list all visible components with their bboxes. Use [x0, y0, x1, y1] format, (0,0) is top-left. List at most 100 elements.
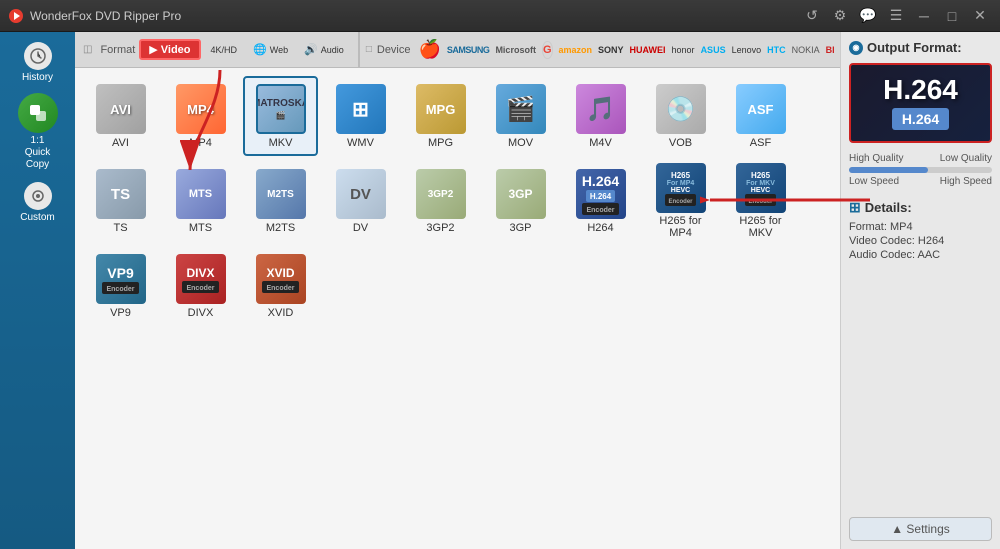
- format-item-wmv[interactable]: ⊞ WMV: [323, 76, 398, 156]
- format-item-avi[interactable]: AVI AVI: [83, 76, 158, 156]
- format-item-vp9[interactable]: VP9 Encoder VP9: [83, 246, 158, 326]
- details-section: ⊞ Details: Format: MP4 Video Codec: H264…: [849, 199, 992, 263]
- format-item-mkv[interactable]: MATROSKA 🎬 MKV: [243, 76, 318, 156]
- nokia-logo[interactable]: NOKIA: [792, 45, 820, 55]
- mov-icon-wrapper: 🎬: [495, 83, 547, 135]
- format-item-vob[interactable]: 💿 VOB: [643, 76, 718, 156]
- format-item-mpg[interactable]: MPG MPG: [403, 76, 478, 156]
- samsung-logo[interactable]: SAMSUNG: [447, 45, 490, 55]
- avi-icon: AVI: [96, 84, 146, 134]
- wmv-icon: ⊞: [336, 84, 386, 134]
- blu-logo[interactable]: BLU: [826, 45, 834, 55]
- menu-btn[interactable]: ☰: [884, 6, 908, 26]
- quality-slider-track[interactable]: [849, 167, 992, 173]
- m2ts-label: M2TS: [266, 222, 295, 234]
- ts-icon: TS: [96, 169, 146, 219]
- format-item-xvid[interactable]: XVID Encoder XVID: [243, 246, 318, 326]
- format-item-mp4[interactable]: MP4 MP4: [163, 76, 238, 156]
- m4v-label: M4V: [589, 137, 612, 149]
- details-header: ⊞ Details:: [849, 199, 992, 216]
- format-item-mts[interactable]: MTS MTS: [163, 161, 238, 241]
- 3gp2-icon: 3GP2: [416, 169, 466, 219]
- apple-logo[interactable]: 🍎: [419, 39, 441, 60]
- format-item-ts[interactable]: TS TS: [83, 161, 158, 241]
- format-item-h264[interactable]: H.264 H.264 Encoder H264: [563, 161, 638, 241]
- sony-logo[interactable]: SONY: [598, 45, 624, 55]
- 3gp-label: 3GP: [509, 222, 531, 234]
- dv-icon: DV: [336, 169, 386, 219]
- mp4-icon: MP4: [176, 84, 226, 134]
- format-item-m4v[interactable]: 🎵 M4V: [563, 76, 638, 156]
- quality-slider-fill: [849, 167, 928, 173]
- format-item-asf[interactable]: ASF ASF: [723, 76, 798, 156]
- google-logo[interactable]: G: [542, 41, 553, 59]
- divx-icon: DIVX Encoder: [176, 254, 226, 304]
- format-grid-container: AVI AVI MP4 MP4: [75, 68, 840, 549]
- copy-label: 1:1 Quick Copy: [25, 135, 51, 171]
- chat-btn[interactable]: 💬: [856, 6, 880, 26]
- lenovo-logo[interactable]: Lenovo: [732, 45, 762, 55]
- wmv-icon-wrapper: ⊞: [335, 83, 387, 135]
- format-tab-label: Format: [100, 44, 135, 56]
- vp9-icon: VP9 Encoder: [96, 254, 146, 304]
- format-item-divx[interactable]: DIVX Encoder DIVX: [163, 246, 238, 326]
- sidebar-item-history[interactable]: History: [5, 37, 70, 87]
- low-speed-label: Low Speed: [849, 176, 899, 187]
- details-icon: ⊞: [849, 199, 861, 216]
- divx-label: DIVX: [188, 307, 214, 319]
- audio-codec-detail: Audio Codec: AAC: [849, 249, 992, 261]
- asus-logo[interactable]: ASUS: [701, 45, 726, 55]
- mpg-icon-wrapper: MPG: [415, 83, 467, 135]
- h265mkv-icon: H265 For MKV HEVC Encoder: [736, 163, 786, 213]
- sidebar-item-copy[interactable]: 1:1 Quick Copy: [5, 89, 70, 175]
- app-title: WonderFox DVD Ripper Pro: [30, 9, 800, 23]
- format-item-dv[interactable]: DV DV: [323, 161, 398, 241]
- web-format-tab[interactable]: 🌐 Web: [247, 41, 294, 58]
- format-preview-subtitle: H.264: [892, 108, 949, 130]
- amazon-logo[interactable]: amazon: [559, 45, 593, 55]
- h264-label: H264: [587, 222, 613, 234]
- top-tab-bar: ◫ Format ▶ Video 4K/HD 🌐 Web: [75, 32, 840, 68]
- device-tab-label: Device: [377, 44, 411, 56]
- htc-logo[interactable]: HTC: [767, 45, 786, 55]
- copy-icon: [18, 93, 58, 133]
- format-item-3gp[interactable]: 3GP 3GP: [483, 161, 558, 241]
- format-item-3gp2[interactable]: 3GP2 3GP2: [403, 161, 478, 241]
- window-controls: ↺ ⚙ 💬 ☰ ─ □ ✕: [800, 6, 992, 26]
- honor-logo[interactable]: honor: [672, 45, 695, 55]
- titlebar: WonderFox DVD Ripper Pro ↺ ⚙ 💬 ☰ ─ □ ✕: [0, 0, 1000, 32]
- microsoft-logo[interactable]: Microsoft: [495, 45, 536, 55]
- mp4-label: MP4: [189, 137, 212, 149]
- settings-expand-btn[interactable]: ▲ Settings: [849, 517, 992, 541]
- h264-icon: H.264 H.264 Encoder: [576, 169, 626, 219]
- format-item-h265mp4[interactable]: H265 For MP4 HEVC Encoder H265 for MP4: [643, 161, 718, 241]
- huawei-logo[interactable]: HUAWEI: [630, 45, 666, 55]
- dv-label: DV: [353, 222, 368, 234]
- format-preview-title: H.264: [883, 76, 958, 104]
- 3gp2-label: 3GP2: [426, 222, 454, 234]
- format-item-h265mkv[interactable]: H265 For MKV HEVC Encoder H265 for MKV: [723, 161, 798, 241]
- h265mp4-label: H265 for MP4: [647, 215, 714, 239]
- minimize-btn[interactable]: ─: [912, 6, 936, 26]
- sidebar-item-custom[interactable]: Custom: [5, 177, 70, 227]
- format-item-mov[interactable]: 🎬 MOV: [483, 76, 558, 156]
- output-format-header: ◉ Output Format:: [849, 40, 992, 55]
- video-format-tab[interactable]: ▶ Video: [139, 39, 200, 60]
- close-btn[interactable]: ✕: [968, 6, 992, 26]
- m4v-icon-wrapper: 🎵: [575, 83, 627, 135]
- audio-format-tab[interactable]: 🔊 Audio: [298, 41, 350, 58]
- m2ts-icon-wrapper: M2TS: [255, 168, 307, 220]
- mkv-icon-wrapper: MATROSKA 🎬: [255, 83, 307, 135]
- settings-section: ▲ Settings: [849, 509, 992, 541]
- refresh-btn[interactable]: ↺: [800, 6, 824, 26]
- hd-format-tab[interactable]: 4K/HD: [205, 43, 244, 57]
- maximize-btn[interactable]: □: [940, 6, 964, 26]
- mts-icon: MTS: [176, 169, 226, 219]
- avi-icon-wrapper: AVI: [95, 83, 147, 135]
- m2ts-icon: M2TS: [256, 169, 306, 219]
- mts-label: MTS: [189, 222, 212, 234]
- format-item-m2ts[interactable]: M2TS M2TS: [243, 161, 318, 241]
- settings-btn-title[interactable]: ⚙: [828, 6, 852, 26]
- vob-label: VOB: [669, 137, 692, 149]
- mov-icon: 🎬: [496, 84, 546, 134]
